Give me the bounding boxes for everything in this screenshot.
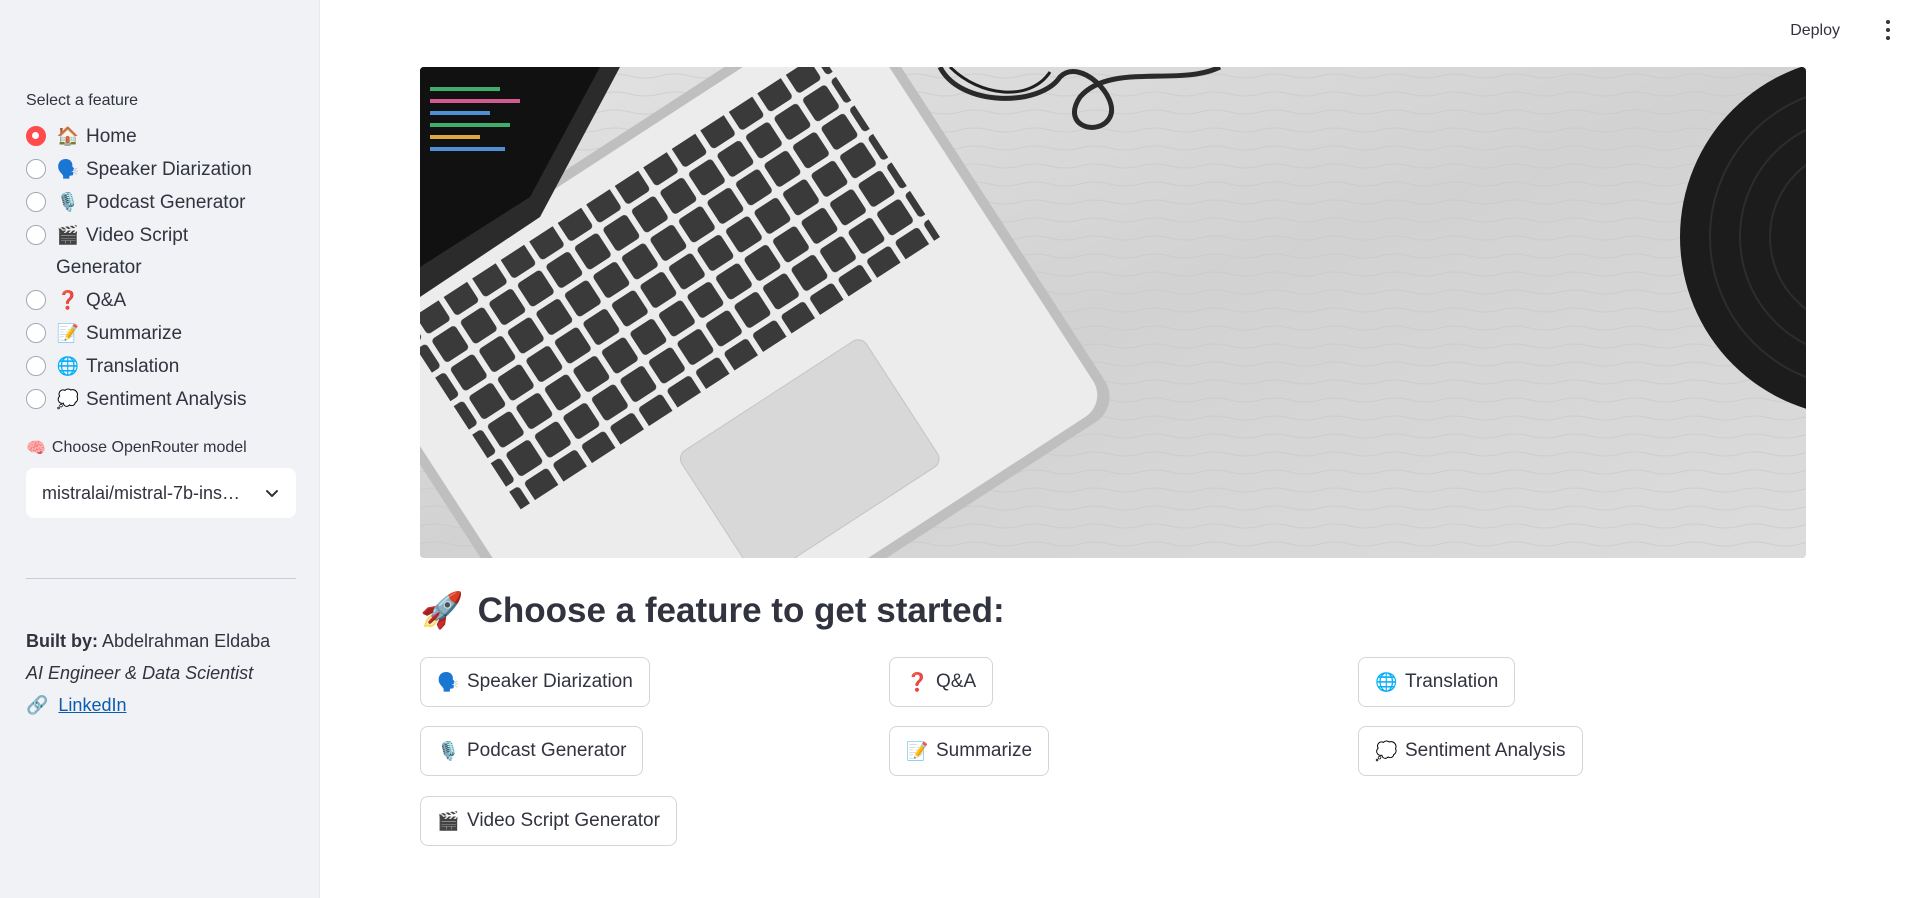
speaking-head-icon: 🗣️ [56, 159, 80, 179]
radio-label: Speaker Diarization [86, 159, 252, 180]
author-name: Abdelrahman Eldaba [102, 631, 271, 651]
radio-label: Podcast Generator [86, 192, 246, 213]
microphone-icon: 🎙️ [437, 740, 460, 761]
deploy-button[interactable]: Deploy [1782, 18, 1848, 44]
memo-icon: 📝 [56, 323, 80, 343]
hero-image [420, 67, 1806, 558]
radio-option-home[interactable]: 🏠 Home [26, 120, 296, 153]
radio-indicator[interactable] [26, 225, 46, 245]
model-label-text: Choose OpenRouter model [51, 439, 247, 456]
page-title: Choose a feature to get started: [477, 590, 1005, 630]
model-select-label: 🧠 Choose OpenRouter model [26, 438, 296, 458]
radio-indicator[interactable] [26, 389, 46, 409]
radio-option-podcast-generator[interactable]: 🎙️ Podcast Generator [26, 186, 296, 219]
podcast-generator-button[interactable]: 🎙️ Podcast Generator [420, 726, 644, 776]
summarize-button[interactable]: 📝 Summarize [889, 726, 1050, 776]
sentiment-analysis-button[interactable]: 💭 Sentiment Analysis [1358, 726, 1583, 776]
radio-label: Translation [86, 356, 180, 377]
linkedin-link[interactable]: LinkedIn [58, 689, 126, 721]
feature-select-label: Select a feature [26, 92, 139, 109]
thought-balloon-icon: 💭 [1375, 740, 1398, 761]
memo-icon: 📝 [906, 740, 929, 761]
feature-radio-group: 🏠 Home 🗣️ Speaker Diarization 🎙️ Podcast Ge… [26, 120, 296, 416]
microphone-icon: 🎙️ [56, 192, 80, 212]
rocket-icon: 🚀 [420, 591, 464, 630]
qa-button[interactable]: ❓ Q&A [889, 657, 994, 707]
model-select[interactable]: mistralai/mistral-7b-instruct [26, 468, 296, 518]
radio-indicator[interactable] [26, 192, 46, 212]
button-label: Video Script Generator [467, 810, 660, 831]
button-label: Translation [1405, 671, 1499, 692]
globe-icon: 🌐 [56, 356, 80, 376]
button-label: Q&A [936, 671, 977, 692]
radio-option-translation[interactable]: 🌐 Translation [26, 350, 296, 383]
clapper-board-icon: 🎬 [56, 225, 80, 245]
question-mark-icon: ❓ [906, 671, 929, 692]
sidebar: Select a feature 🏠 Home 🗣️ Speaker Diariza… [0, 0, 320, 898]
built-by-label: Built by: [26, 631, 98, 651]
home-icon: 🏠 [56, 126, 80, 146]
speaker-diarization-button[interactable]: 🗣️ Speaker Diarization [420, 657, 650, 707]
radio-option-sentiment-analysis[interactable]: 💭 Sentiment Analysis [26, 383, 296, 416]
radio-indicator[interactable] [26, 159, 46, 179]
brain-icon: 🧠 [26, 440, 46, 457]
radio-option-speaker-diarization[interactable]: 🗣️ Speaker Diarization [26, 153, 296, 186]
app-root: Select a feature 🏠 Home 🗣️ Speaker Diariza… [0, 0, 1920, 898]
credits: Built by: Abdelrahman Eldaba AI Engineer… [26, 625, 296, 721]
model-section: 🧠 Choose OpenRouter model mistralai/mist… [26, 438, 296, 518]
model-select-value: mistralai/mistral-7b-instruct [42, 482, 242, 503]
chevron-down-icon [266, 490, 278, 497]
radio-option-summarize[interactable]: 📝 Summarize [26, 317, 296, 350]
thought-balloon-icon: 💭 [56, 389, 80, 409]
laptop-desk-illustration [420, 67, 1806, 558]
question-mark-icon: ❓ [56, 290, 80, 310]
radio-indicator[interactable] [26, 290, 46, 310]
translation-button[interactable]: 🌐 Translation [1358, 657, 1516, 707]
radio-label: Sentiment Analysis [86, 389, 247, 410]
link-icon: 🔗 [26, 695, 49, 715]
linkedin-row: 🔗 LinkedIn [26, 689, 296, 721]
button-label: Summarize [936, 740, 1033, 761]
built-by-line: Built by: Abdelrahman Eldaba [26, 625, 296, 657]
video-script-generator-button[interactable]: 🎬 Video Script Generator [420, 796, 677, 846]
radio-indicator[interactable] [26, 323, 46, 343]
kebab-menu-icon[interactable] [1878, 18, 1898, 42]
button-label: Sentiment Analysis [1405, 740, 1566, 761]
radio-option-qa[interactable]: ❓ Q&A [26, 284, 296, 317]
radio-selected-indicator[interactable] [26, 126, 46, 146]
speaking-head-icon: 🗣️ [437, 671, 460, 692]
radio-option-video-script-generator[interactable]: 🎬 Video Script Generator [26, 219, 296, 284]
radio-label: Q&A [86, 290, 127, 311]
sidebar-divider [26, 578, 296, 579]
author-role: AI Engineer & Data Scientist [26, 663, 254, 683]
globe-icon: 🌐 [1375, 671, 1398, 692]
radio-label: Home [86, 126, 137, 147]
radio-label: Summarize [86, 323, 183, 344]
clapper-board-icon: 🎬 [437, 810, 460, 831]
radio-indicator[interactable] [26, 356, 46, 376]
button-label: Speaker Diarization [467, 671, 633, 692]
button-label: Podcast Generator [467, 740, 627, 761]
page-heading: 🚀 Choose a feature to get started: [420, 590, 1005, 631]
